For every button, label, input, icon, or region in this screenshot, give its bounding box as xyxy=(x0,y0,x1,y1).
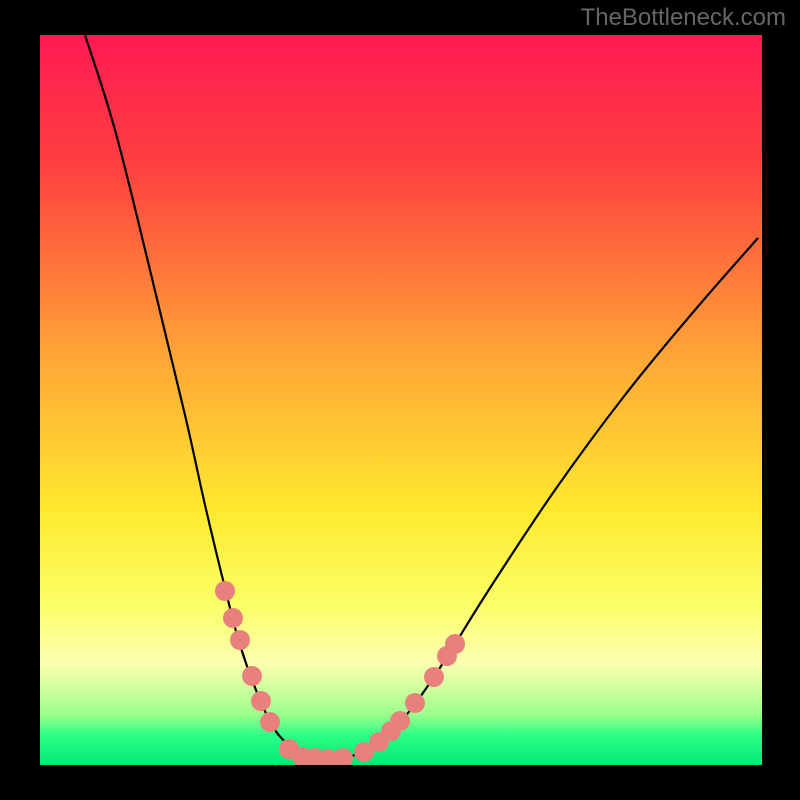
data-point xyxy=(260,712,280,732)
watermark-text: TheBottleneck.com xyxy=(581,4,786,32)
data-point xyxy=(251,691,271,711)
data-point xyxy=(405,693,425,713)
data-point xyxy=(390,711,410,731)
data-point xyxy=(230,630,250,650)
data-point xyxy=(242,666,262,686)
bottleneck-chart xyxy=(0,0,800,800)
data-point xyxy=(215,581,235,601)
data-point xyxy=(424,667,444,687)
chart-container: TheBottleneck.com xyxy=(0,0,800,800)
data-point xyxy=(445,634,465,654)
data-point xyxy=(223,608,243,628)
data-point xyxy=(333,748,353,768)
plot-background xyxy=(40,35,762,765)
